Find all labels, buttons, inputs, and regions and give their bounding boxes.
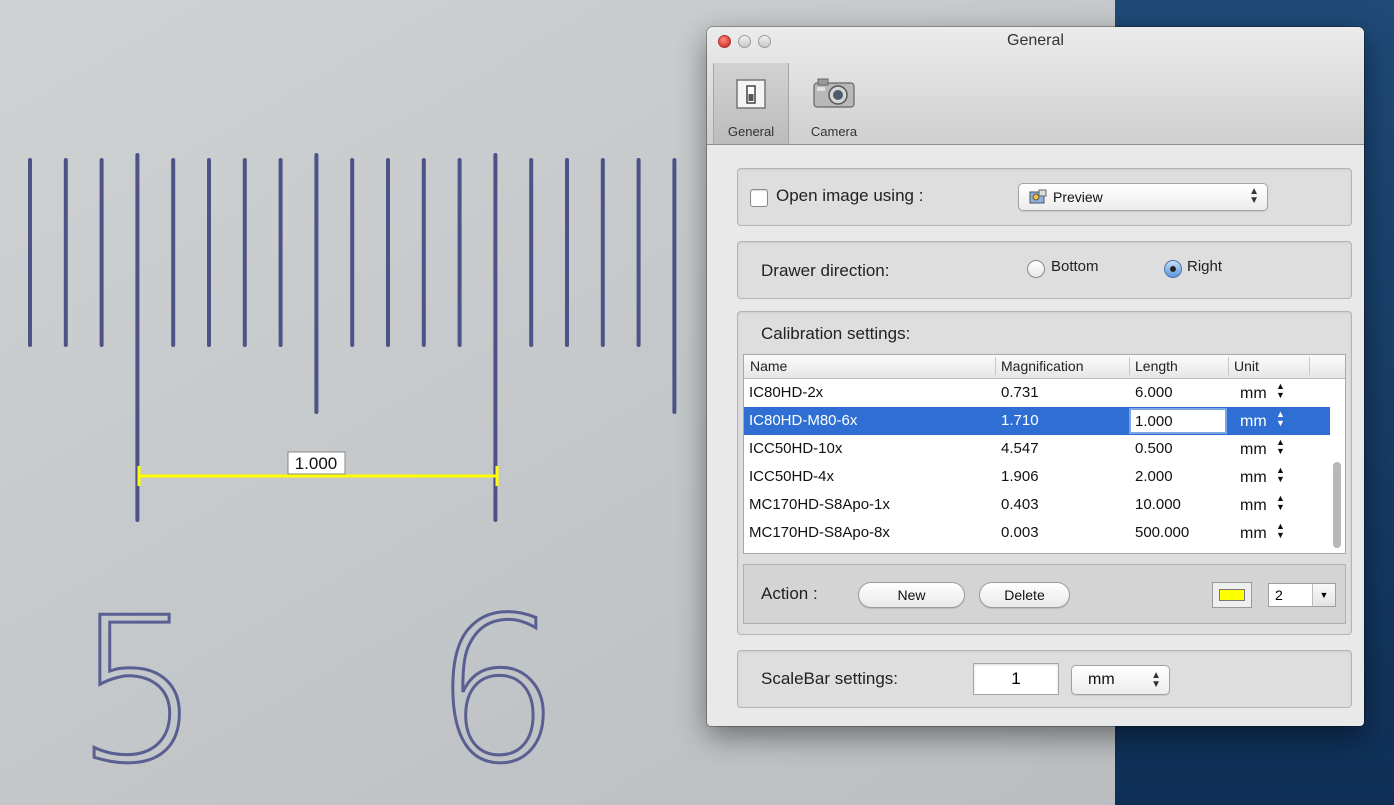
new-button[interactable]: New <box>858 582 965 608</box>
column-unit[interactable]: Unit <box>1234 358 1259 374</box>
row-length[interactable]: 6.000 <box>1135 384 1173 401</box>
toolbar-general[interactable]: General <box>713 63 789 144</box>
row-unit[interactable]: mm <box>1240 441 1267 459</box>
table-row-selected[interactable]: IC80HD-M80-6x 1.710 1.000 mm ▲ ▼ <box>744 407 1330 435</box>
unit-stepper-icon[interactable]: ▲ ▼ <box>1276 522 1285 540</box>
preview-app-icon <box>1029 189 1047 204</box>
line-width-combo[interactable]: 2 ▼ <box>1268 583 1336 607</box>
measurement-label: 1.000 <box>295 454 338 473</box>
table-scrollbar[interactable] <box>1331 380 1343 552</box>
preferences-window: General General Camera Open image using … <box>707 27 1364 726</box>
column-divider <box>1129 357 1130 375</box>
row-magnification: 0.731 <box>1001 384 1039 401</box>
open-image-app-value: Preview <box>1053 189 1103 205</box>
row-unit[interactable]: mm <box>1240 385 1267 403</box>
row-unit[interactable]: mm <box>1240 497 1267 515</box>
row-length[interactable]: 0.500 <box>1135 440 1173 457</box>
camera-icon <box>813 78 855 108</box>
row-name: IC80HD-2x <box>749 384 824 401</box>
table-row[interactable]: ICC50HD-4x 1.906 2.000 mm ▲ ▼ <box>744 463 1330 491</box>
calibration-label: Calibration settings: <box>761 324 911 343</box>
table-row[interactable]: MC170HD-S8Apo-1x 0.403 10.000 mm ▲ ▼ <box>744 491 1330 519</box>
scalebar-unit-value: mm <box>1088 671 1115 688</box>
action-label: Action : <box>761 584 818 603</box>
row-length-editor[interactable]: 1.000 <box>1129 408 1227 434</box>
drawer-direction-label: Drawer direction: <box>761 261 890 280</box>
radio-bottom-label: Bottom <box>1051 258 1099 275</box>
window-title: General <box>1007 32 1064 49</box>
delete-button[interactable]: Delete <box>979 582 1070 608</box>
row-unit[interactable]: mm <box>1240 469 1267 487</box>
column-divider <box>995 357 996 375</box>
row-unit[interactable]: mm <box>1240 525 1267 543</box>
table-row[interactable]: IC80HD-2x 0.731 6.000 mm ▲ ▼ <box>744 379 1330 407</box>
scalebar-label: ScaleBar settings: <box>761 669 899 688</box>
open-image-app-popup[interactable]: Preview ▲ ▼ <box>1018 183 1268 211</box>
calibration-table[interactable]: Name Magnification Length Unit IC80HD-2x… <box>743 354 1346 554</box>
toolbar-general-label: General <box>727 124 775 139</box>
line-width-value: 2 <box>1275 587 1283 603</box>
popup-arrows-icon: ▲ ▼ <box>1151 670 1161 690</box>
title-bar[interactable]: General General Camera <box>707 27 1364 145</box>
unit-stepper-icon[interactable]: ▲ ▼ <box>1276 466 1285 484</box>
column-divider <box>1309 357 1310 375</box>
radio-right[interactable] <box>1164 260 1182 278</box>
line-color-swatch <box>1219 589 1245 601</box>
toolbar-camera-label: Camera <box>810 124 858 139</box>
chevron-down-icon[interactable]: ▼ <box>1312 584 1335 606</box>
column-name[interactable]: Name <box>750 358 787 374</box>
toolbar-camera[interactable]: Camera <box>801 63 867 144</box>
radio-bottom[interactable] <box>1027 260 1045 278</box>
row-length[interactable]: 2.000 <box>1135 468 1173 485</box>
preferences-content: Open image using : Preview ▲ ▼ Drawer dir… <box>707 145 1364 726</box>
row-name: MC170HD-S8Apo-1x <box>749 496 890 513</box>
scalebar-unit-popup[interactable]: mm ▲ ▼ <box>1071 665 1170 695</box>
table-row[interactable]: ICC50HD-10x 4.547 0.500 mm ▲ ▼ <box>744 435 1330 463</box>
column-divider <box>1228 357 1229 375</box>
drawer-direction-group: Drawer direction: Bottom Right <box>737 241 1352 299</box>
ruler-number-6: 6 <box>433 575 560 805</box>
row-name: ICC50HD-10x <box>749 440 843 457</box>
open-image-label: Open image using : <box>776 186 924 205</box>
column-magnification[interactable]: Magnification <box>1001 358 1084 374</box>
open-image-checkbox[interactable] <box>750 189 768 207</box>
calibration-group: Calibration settings: Name Magnification… <box>737 311 1352 635</box>
scalebar-group: ScaleBar settings: 1 mm ▲ ▼ <box>737 650 1352 708</box>
ruler-number-5: 5 <box>74 575 201 805</box>
radio-right-label: Right <box>1187 258 1223 275</box>
row-name: ICC50HD-4x <box>749 468 835 485</box>
row-magnification: 0.403 <box>1001 496 1039 513</box>
row-name: MC170HD-S8Apo-8x <box>749 524 890 541</box>
popup-arrows-icon: ▲ ▼ <box>1249 186 1259 206</box>
row-length[interactable]: 10.000 <box>1135 496 1181 513</box>
unit-stepper-icon[interactable]: ▲ ▼ <box>1276 410 1285 428</box>
scroll-thumb[interactable] <box>1333 462 1341 548</box>
unit-stepper-icon[interactable]: ▲ ▼ <box>1276 438 1285 456</box>
row-unit[interactable]: mm <box>1240 413 1267 431</box>
table-header: Name Magnification Length Unit <box>744 355 1345 379</box>
row-magnification: 0.003 <box>1001 524 1039 541</box>
row-magnification: 4.547 <box>1001 440 1039 457</box>
row-magnification: 1.710 <box>1001 412 1039 429</box>
row-length[interactable]: 500.000 <box>1135 524 1189 541</box>
line-color-well[interactable] <box>1212 582 1252 608</box>
column-length[interactable]: Length <box>1135 358 1178 374</box>
switch-icon <box>736 79 766 109</box>
table-row[interactable]: MC170HD-S8Apo-8x 0.003 500.000 mm ▲ ▼ <box>744 519 1330 547</box>
row-magnification: 1.906 <box>1001 468 1039 485</box>
scalebar-value-input[interactable]: 1 <box>973 663 1059 695</box>
open-image-group: Open image using : Preview ▲ ▼ <box>737 168 1352 226</box>
unit-stepper-icon[interactable]: ▲ ▼ <box>1276 494 1285 512</box>
row-name: IC80HD-M80-6x <box>749 412 858 429</box>
unit-stepper-icon[interactable]: ▲ ▼ <box>1276 382 1285 400</box>
